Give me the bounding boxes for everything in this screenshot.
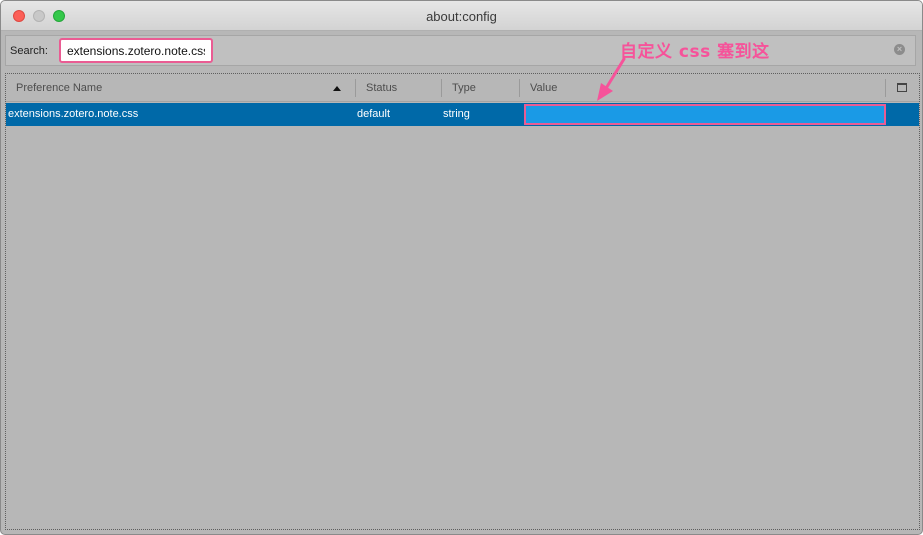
column-header-preference-name[interactable]: Preference Name	[16, 74, 102, 102]
clear-circle-icon[interactable]: ×	[894, 44, 905, 55]
column-header-type[interactable]: Type	[452, 74, 476, 102]
cell-type: string	[443, 108, 470, 120]
column-separator[interactable]	[355, 79, 356, 97]
table-row[interactable]: extensions.zotero.note.css default strin…	[6, 103, 919, 126]
cell-status: default	[357, 108, 391, 120]
window-title: about:config	[426, 9, 497, 24]
column-header: Preference Name Status Type Value	[6, 74, 919, 102]
search-label: Search:	[10, 45, 48, 57]
column-separator[interactable]	[885, 79, 886, 97]
column-header-status[interactable]: Status	[366, 74, 397, 102]
annotation-label: 自定义 css 塞到这	[620, 42, 770, 62]
value-edit-field[interactable]	[524, 104, 886, 125]
search-input[interactable]	[59, 38, 213, 63]
title-bar: about:config	[1, 1, 922, 31]
column-separator[interactable]	[519, 79, 520, 97]
cell-preference-name: extensions.zotero.note.css	[8, 108, 139, 120]
annotation-arrow-icon	[597, 57, 626, 101]
preferences-tree[interactable]: Preference Name Status Type Value extens…	[5, 73, 920, 530]
sort-ascending-icon	[333, 86, 341, 91]
about-config-window: about:config Search: × Preference Name S…	[0, 0, 923, 535]
search-bar: Search: ×	[5, 35, 916, 66]
column-header-value[interactable]: Value	[530, 74, 557, 102]
column-picker-icon[interactable]	[897, 83, 907, 92]
column-separator[interactable]	[441, 79, 442, 97]
